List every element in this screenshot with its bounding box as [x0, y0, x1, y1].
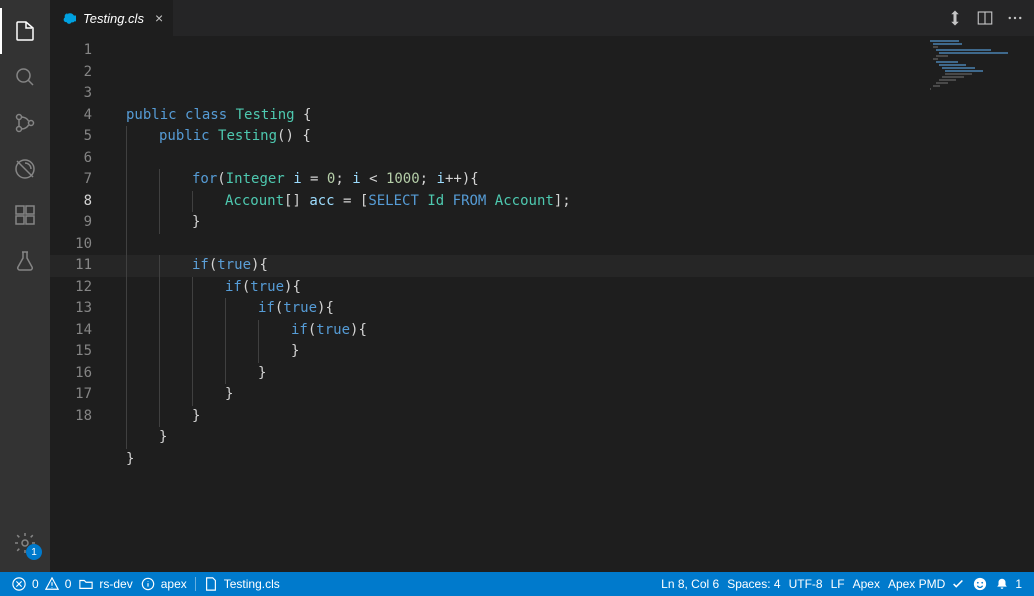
warning-count: 0	[65, 577, 72, 591]
notification-count: 1	[1015, 577, 1022, 591]
beaker-icon[interactable]	[0, 238, 50, 284]
cursor-position[interactable]: Ln 8, Col 6	[657, 572, 723, 596]
warning-icon	[45, 577, 59, 591]
indentation-status[interactable]: Spaces: 4	[723, 572, 784, 596]
explorer-icon[interactable]	[0, 8, 50, 54]
line-number: 2	[50, 62, 92, 84]
split-editor-icon[interactable]	[976, 9, 994, 27]
code-line[interactable]	[110, 148, 1034, 170]
git-branch-status[interactable]: rs-dev	[75, 572, 136, 596]
line-number: 1	[50, 40, 92, 62]
activity-bar: 1	[0, 0, 50, 572]
settings-gear-icon[interactable]: 1	[0, 520, 50, 566]
editor-body[interactable]: 123456789101112131415161718 public class…	[50, 36, 1034, 572]
line-number: 14	[50, 320, 92, 342]
code-line[interactable]: }	[110, 363, 1034, 385]
file-path-status[interactable]: Testing.cls	[200, 572, 284, 596]
eol-status[interactable]: LF	[827, 572, 849, 596]
tab-testing-cls[interactable]: Testing.cls ×	[50, 0, 173, 36]
minimap[interactable]	[930, 40, 1030, 100]
code-line[interactable]: if(true){	[110, 298, 1034, 320]
line-number: 18	[50, 406, 92, 428]
more-icon[interactable]	[1006, 9, 1024, 27]
code-line[interactable]: public Testing() {	[110, 126, 1034, 148]
salesforce-file-icon	[60, 10, 76, 26]
line-number: 8	[50, 191, 92, 213]
line-number: 11	[50, 255, 92, 277]
gear-badge: 1	[26, 544, 42, 560]
editor-column: Testing.cls × 12345678910111213141516171…	[50, 0, 1034, 572]
smiley-icon	[973, 577, 987, 591]
line-number: 9	[50, 212, 92, 234]
tab-bar: Testing.cls ×	[50, 0, 1034, 36]
check-icon	[951, 577, 965, 591]
lang-server-name: apex	[161, 577, 187, 591]
notifications-status[interactable]: 1	[991, 572, 1026, 596]
lang-server-status[interactable]: apex	[137, 572, 191, 596]
error-count: 0	[32, 577, 39, 591]
error-icon	[12, 577, 26, 591]
code-line[interactable]: }	[110, 449, 1034, 471]
extensions-icon[interactable]	[0, 192, 50, 238]
code-line[interactable]: if(true){	[110, 320, 1034, 342]
code-line[interactable]: for(Integer i = 0; i < 1000; i++){	[110, 169, 1034, 191]
debug-icon[interactable]	[0, 146, 50, 192]
source-control-icon[interactable]	[0, 100, 50, 146]
code-line[interactable]: Account[] acc = [SELECT Id FROM Account]…	[110, 191, 1034, 213]
line-number: 6	[50, 148, 92, 170]
line-number: 17	[50, 384, 92, 406]
line-number: 4	[50, 105, 92, 127]
code-line[interactable]	[110, 470, 1034, 492]
line-number: 3	[50, 83, 92, 105]
status-bar: 0 0 rs-dev apex Testing.cls Ln 8, Col 6 …	[0, 572, 1034, 596]
tab-filename: Testing.cls	[83, 11, 144, 26]
code-line[interactable]: }	[110, 406, 1034, 428]
bell-icon	[995, 577, 1009, 591]
file-icon	[204, 577, 218, 591]
line-number: 7	[50, 169, 92, 191]
close-icon[interactable]: ×	[155, 10, 163, 26]
line-number: 10	[50, 234, 92, 256]
file-short-name: Testing.cls	[224, 577, 280, 591]
code-line[interactable]: }	[110, 212, 1034, 234]
encoding-status[interactable]: UTF-8	[785, 572, 827, 596]
code-line[interactable]: }	[110, 341, 1034, 363]
feedback-status[interactable]	[969, 572, 991, 596]
folder-icon	[79, 577, 93, 591]
code-line[interactable]: }	[110, 427, 1034, 449]
tab-actions	[946, 0, 1034, 36]
line-number: 16	[50, 363, 92, 385]
search-icon[interactable]	[0, 54, 50, 100]
line-number-gutter: 123456789101112131415161718	[50, 36, 110, 572]
code-line[interactable]: if(true){	[110, 255, 1034, 277]
main-area: 1 Testing.cls × 123456789101112131415161…	[0, 0, 1034, 572]
line-number: 15	[50, 341, 92, 363]
compare-icon[interactable]	[946, 9, 964, 27]
code-line[interactable]	[110, 234, 1034, 256]
code-line[interactable]: if(true){	[110, 277, 1034, 299]
line-number: 5	[50, 126, 92, 148]
line-number: 13	[50, 298, 92, 320]
code-area[interactable]: public class Testing {public Testing() {…	[110, 36, 1034, 572]
code-line[interactable]: public class Testing {	[110, 105, 1034, 127]
branch-name: rs-dev	[99, 577, 132, 591]
code-line[interactable]: }	[110, 384, 1034, 406]
line-number: 12	[50, 277, 92, 299]
problems-status[interactable]: 0 0	[8, 572, 75, 596]
info-circle-icon	[141, 577, 155, 591]
language-mode[interactable]: Apex	[849, 572, 884, 596]
pmd-status[interactable]: Apex PMD	[884, 572, 969, 596]
